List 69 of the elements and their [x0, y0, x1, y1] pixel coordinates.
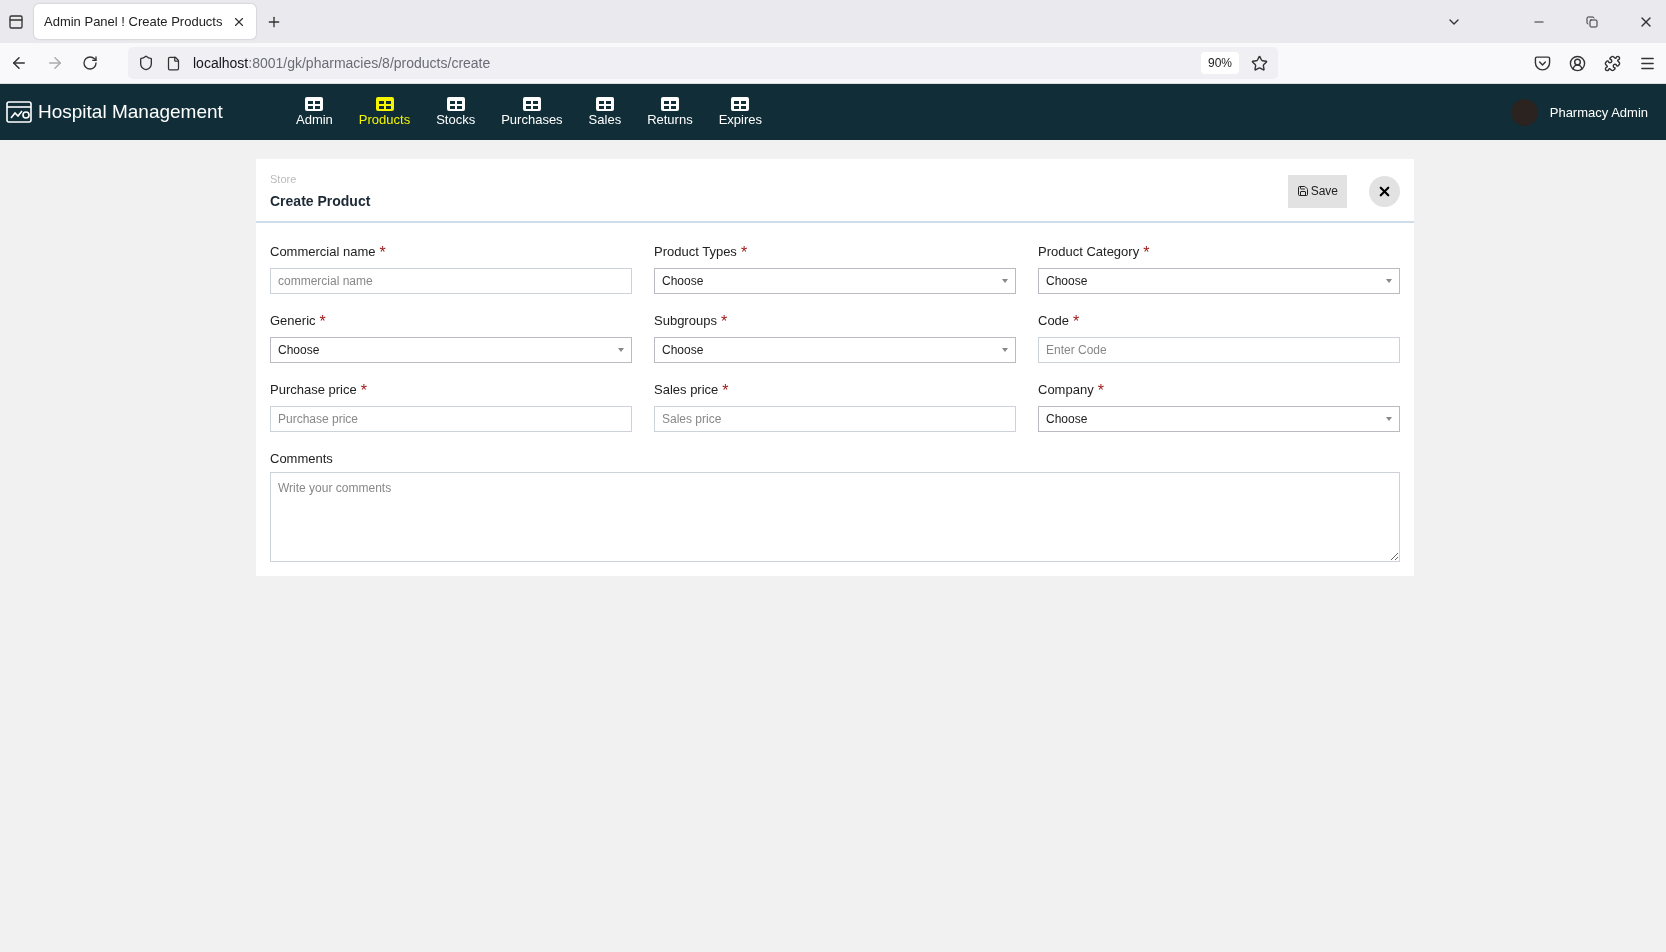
required-mark: *: [1097, 382, 1104, 400]
table-icon: [305, 97, 324, 111]
field-label: Product Category: [1038, 244, 1140, 261]
restore-icon[interactable]: [1586, 15, 1598, 28]
field-label: Product Types: [654, 244, 737, 261]
select-dropdown[interactable]: Choose: [1038, 406, 1400, 432]
field-label: Purchase price: [270, 382, 357, 399]
nav-item[interactable]: Stocks: [436, 97, 476, 127]
user-name[interactable]: Pharmacy Admin: [1549, 104, 1648, 120]
table-icon: [595, 97, 614, 111]
pocket-icon[interactable]: [1534, 54, 1551, 72]
required-mark: *: [740, 244, 748, 262]
brand-title: Hospital Management: [38, 101, 223, 123]
select-dropdown[interactable]: Choose: [654, 337, 1016, 363]
text-input[interactable]: Purchase price: [270, 406, 632, 432]
required-mark: *: [319, 313, 326, 331]
card-title: Create Product: [270, 193, 372, 209]
caret-icon: [1386, 279, 1392, 283]
field-label: Company: [1038, 382, 1094, 399]
nav-item[interactable]: Expires: [718, 97, 763, 127]
save-button[interactable]: Save: [1287, 174, 1347, 208]
star-icon[interactable]: [1251, 54, 1268, 72]
nav-item[interactable]: Sales: [588, 97, 622, 127]
required-mark: *: [1073, 313, 1080, 331]
nav-item[interactable]: Admin: [296, 97, 333, 127]
reload-icon[interactable]: [82, 55, 98, 71]
url-host: localhost: [193, 55, 249, 71]
zoom-level[interactable]: 90%: [1200, 52, 1239, 74]
comments-textarea[interactable]: Write your comments: [270, 472, 1400, 562]
nav-item[interactable]: Purchases: [501, 97, 563, 127]
required-mark: *: [360, 382, 367, 400]
address-bar[interactable]: localhost:8001/gk/pharmacies/8/products/create 90%: [128, 47, 1278, 79]
table-icon: [522, 97, 541, 111]
caret-icon: [1386, 417, 1392, 421]
breadcrumb: Store: [270, 173, 298, 185]
field-label: Code: [1038, 313, 1070, 330]
table-icon: [375, 97, 394, 111]
select-dropdown[interactable]: Choose: [1038, 268, 1400, 294]
page-icon: [166, 55, 181, 71]
table-icon: [446, 97, 465, 111]
caret-icon: [1002, 348, 1008, 352]
table-icon: [660, 97, 679, 111]
dashboard-icon: [6, 101, 32, 123]
select-dropdown[interactable]: Choose: [654, 268, 1016, 294]
tab-list-icon[interactable]: [8, 13, 24, 30]
text-input[interactable]: Sales price: [654, 406, 1016, 432]
account-icon[interactable]: [1569, 54, 1586, 72]
field-label: Subgroups: [654, 313, 717, 330]
required-mark: *: [722, 382, 729, 400]
text-input[interactable]: Enter Code: [1038, 337, 1400, 363]
required-mark: *: [379, 244, 386, 262]
caret-icon: [618, 348, 624, 352]
field-label: Comments: [270, 451, 333, 466]
close-button[interactable]: [1369, 175, 1400, 207]
field-label: Sales price: [654, 382, 719, 399]
puzzle-icon[interactable]: [1604, 54, 1621, 72]
shield-icon: [138, 55, 154, 71]
url-path: :8001/gk/pharmacies/8/products/create: [248, 55, 491, 71]
required-mark: *: [1143, 244, 1150, 262]
table-icon: [731, 97, 750, 111]
caret-icon: [1002, 279, 1008, 283]
required-mark: *: [720, 313, 728, 331]
nav-item[interactable]: Returns: [647, 97, 693, 127]
browser-tab[interactable]: Admin Panel ! Create Products: [34, 4, 256, 39]
nav-item[interactable]: Products: [358, 97, 411, 127]
select-dropdown[interactable]: Choose: [270, 337, 632, 363]
field-label: Commercial name: [270, 244, 376, 261]
text-input[interactable]: commercial name: [270, 268, 632, 294]
field-label: Generic: [270, 313, 316, 330]
